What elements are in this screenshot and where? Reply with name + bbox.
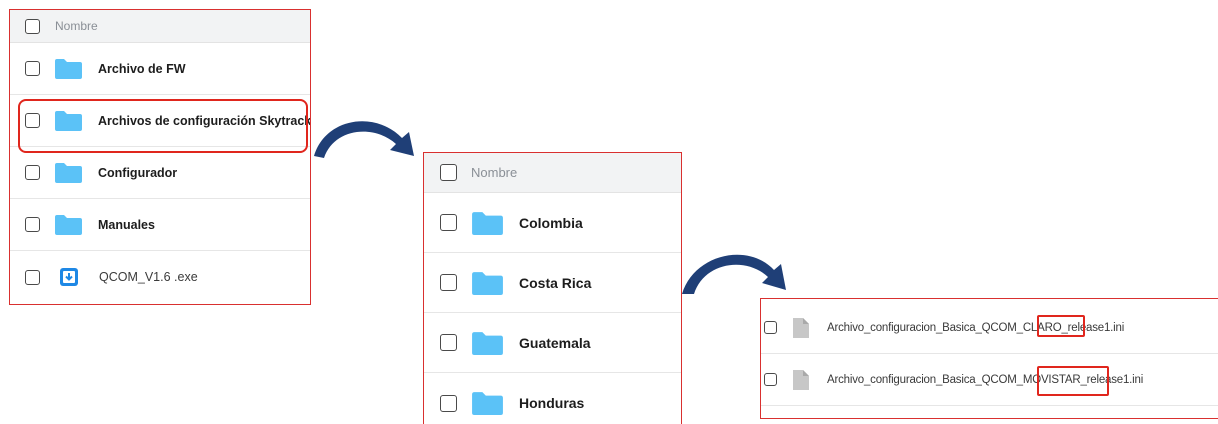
- highlight-box-skytrack: [18, 99, 308, 153]
- file-list-panel-root: Nombre Archivo de FW Archivos de configu…: [9, 9, 311, 305]
- list-item[interactable]: Configurador: [10, 147, 310, 199]
- select-all-checkbox[interactable]: [25, 18, 40, 34]
- list-item[interactable]: Costa Rica: [424, 253, 681, 313]
- row-checkbox[interactable]: [25, 217, 40, 232]
- item-name: Manuales: [98, 217, 155, 232]
- file-list-panel-skytrack: Nombre Colombia Costa Rica Guatemala Hon…: [423, 152, 682, 424]
- item-name: Guatemala: [519, 334, 591, 351]
- folder-icon: [55, 59, 82, 79]
- folder-icon: [472, 331, 503, 355]
- item-name: Costa Rica: [519, 274, 592, 291]
- curved-arrow-icon: [682, 254, 786, 294]
- file-list-panel-files: Archivo_configuracion_Basica_QCOM_CLARO_…: [760, 298, 1218, 419]
- folder-icon: [472, 271, 503, 295]
- row-checkbox[interactable]: [440, 214, 457, 231]
- folder-icon: [472, 392, 503, 415]
- row-checkbox[interactable]: [25, 269, 40, 285]
- list-item[interactable]: Archivo_configuracion_Basica_QCOM_CLARO_…: [761, 302, 1218, 354]
- list-item[interactable]: Archivo_configuracion_Basica_QCOM_MOVIST…: [761, 354, 1218, 406]
- row-checkbox[interactable]: [25, 61, 40, 76]
- select-all-checkbox[interactable]: [440, 164, 457, 181]
- list-item[interactable]: Colombia: [424, 193, 681, 253]
- row-checkbox[interactable]: [764, 373, 777, 386]
- curved-arrow-icon: [314, 121, 414, 158]
- list-item[interactable]: Honduras: [424, 373, 681, 424]
- row-checkbox[interactable]: [764, 321, 777, 334]
- row-checkbox[interactable]: [440, 274, 457, 291]
- column-header: Nombre: [10, 10, 310, 43]
- item-name: QCOM_V1.6 .exe: [99, 270, 198, 284]
- file-icon: [793, 317, 809, 338]
- list-item[interactable]: Manuales: [10, 199, 310, 251]
- filename-prefix: Archivo_configuracion_Basica_QCOM_: [827, 373, 1023, 386]
- folder-icon: [55, 215, 82, 235]
- highlight-box-movistar: [1037, 366, 1109, 396]
- row-checkbox[interactable]: [440, 334, 457, 351]
- item-name: Colombia: [519, 214, 583, 231]
- column-header-name[interactable]: Nombre: [471, 165, 517, 180]
- filename-prefix: Archivo_configuracion_Basica_QCOM_: [827, 321, 1023, 334]
- column-header-name[interactable]: Nombre: [55, 19, 98, 33]
- row-checkbox[interactable]: [25, 165, 40, 180]
- file-icon: [793, 369, 809, 390]
- folder-icon: [55, 163, 82, 183]
- list-item[interactable]: Archivo de FW: [10, 43, 310, 95]
- download-file-icon: [60, 268, 78, 286]
- item-name: Configurador: [98, 165, 178, 180]
- list-item[interactable]: QCOM_V1.6 .exe: [10, 251, 310, 303]
- list-item[interactable]: Guatemala: [424, 313, 681, 373]
- item-name: Honduras: [519, 395, 585, 411]
- row-checkbox[interactable]: [440, 394, 457, 412]
- folder-icon: [472, 211, 503, 235]
- highlight-box-claro: [1037, 315, 1085, 337]
- item-name: Archivo de FW: [98, 61, 186, 76]
- column-header: Nombre: [424, 153, 681, 193]
